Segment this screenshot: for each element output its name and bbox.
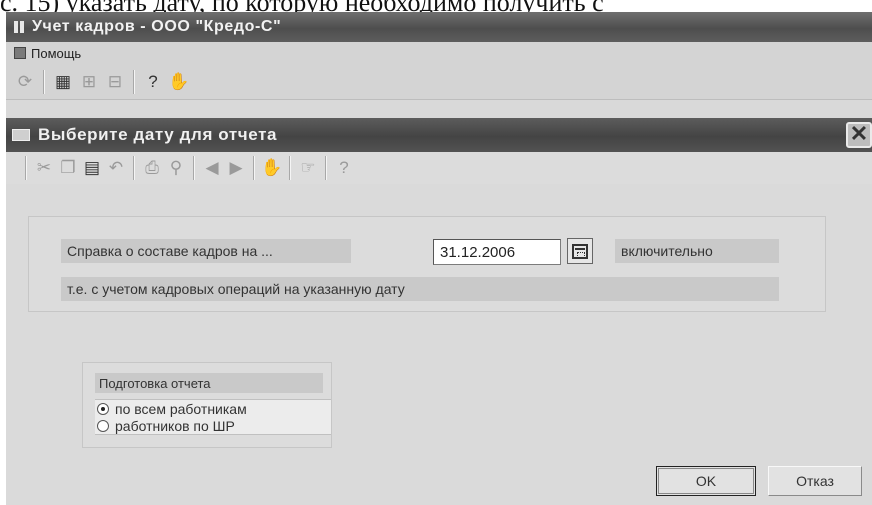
radio-button[interactable] [97, 419, 109, 432]
radio-label: работников по ШР [115, 417, 235, 434]
main-toolbar: ⟳ ▦ ⊞ ⊟ ? ✋ [6, 64, 872, 100]
report-date-group: Справка о составе кадров на ... включите… [28, 216, 826, 312]
dialog-title-bar[interactable]: Выберите дату для отчета ✕ [6, 118, 872, 152]
title-bar[interactable]: Учет кадров - ООО "Кредо-С" [6, 12, 872, 42]
app-icon [12, 20, 26, 34]
help-icon[interactable]: ? [332, 155, 356, 181]
group-title: Подготовка отчета [95, 373, 323, 393]
tree-icon[interactable]: ⊞ [76, 69, 102, 95]
help-icon[interactable]: ? [140, 69, 166, 95]
radio-label: по всем работникам [115, 400, 247, 417]
window-title: Учет кадров - ООО "Кредо-С" [32, 18, 282, 35]
toolbar-separator [289, 156, 291, 180]
copy-icon[interactable]: ❐ [56, 155, 80, 181]
note-label: т.е. с учетом кадровых операций на указа… [61, 277, 779, 301]
radio-all-employees[interactable]: по всем работникам [95, 399, 331, 417]
toolbar-separator [25, 156, 27, 180]
radio-by-staff-schedule[interactable]: работников по ШР [95, 417, 331, 435]
inclusive-label: включительно [615, 239, 779, 263]
preview-icon[interactable]: ⚲ [164, 155, 188, 181]
dialog-window-icon [12, 129, 30, 141]
toolbar-separator [253, 156, 255, 180]
refresh-icon[interactable]: ⟳ [12, 69, 38, 95]
paste-icon[interactable]: ▤ [80, 155, 104, 181]
toolbar-separator [133, 156, 135, 180]
exit-icon[interactable]: ✋ [166, 69, 192, 95]
hand-icon[interactable]: ✋ [260, 155, 284, 181]
close-icon[interactable]: ✕ [846, 122, 872, 148]
calendar-icon [572, 243, 588, 259]
prev-icon[interactable]: ◀ [200, 155, 224, 181]
toolbar-separator [193, 156, 195, 180]
toolbar-separator [43, 69, 45, 94]
radio-button-checked[interactable] [97, 402, 109, 415]
cancel-button[interactable]: Отказ [768, 466, 862, 496]
menu-bar: Помощь [6, 42, 872, 64]
tree-edit-icon[interactable]: ⊟ [102, 69, 128, 95]
pointer-icon[interactable]: ☞ [296, 155, 320, 181]
undo-icon[interactable]: ↶ [104, 155, 128, 181]
main-window: Учет кадров - ООО "Кредо-С" Помощь ⟳ ▦ ⊞… [6, 12, 872, 505]
table-icon[interactable]: ▦ [50, 69, 76, 95]
date-field[interactable] [433, 239, 561, 265]
calendar-button[interactable] [567, 238, 593, 264]
next-icon[interactable]: ▶ [224, 155, 248, 181]
report-date-dialog: Выберите дату для отчета ✕ ✂ ❐ ▤ ↶ ⎙ ⚲ ◀… [6, 118, 872, 505]
help-book-icon [14, 47, 26, 59]
toolbar-separator [325, 156, 327, 180]
toolbar-separator [133, 69, 135, 94]
print-icon[interactable]: ⎙ [140, 155, 164, 181]
menu-item-help[interactable]: Помощь [31, 46, 81, 61]
report-label: Справка о составе кадров на ... [61, 239, 351, 263]
ok-button[interactable]: OK [656, 466, 756, 496]
dialog-toolbar: ✂ ❐ ▤ ↶ ⎙ ⚲ ◀ ▶ ✋ ☞ ? [6, 152, 872, 184]
cut-icon[interactable]: ✂ [32, 155, 56, 181]
dialog-title: Выберите дату для отчета [38, 125, 278, 144]
report-preparation-group: Подготовка отчета по всем работникам раб… [82, 362, 332, 448]
